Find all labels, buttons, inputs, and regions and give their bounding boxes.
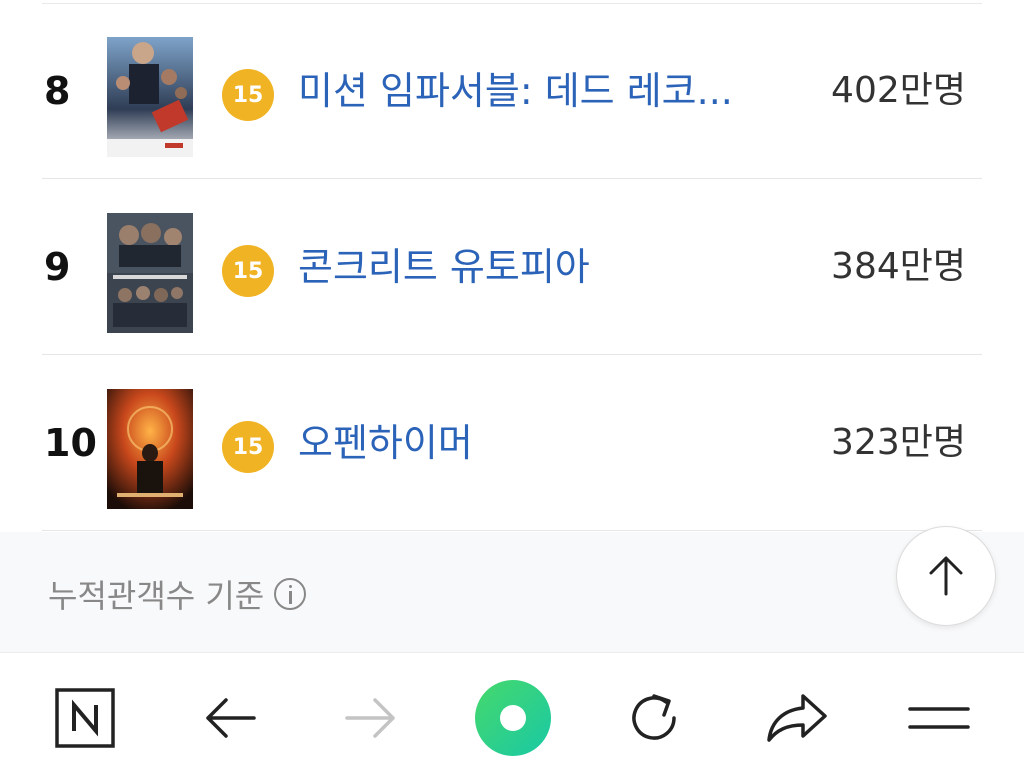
box-office-list: 8 15 미션 임파서블: 데드 레코... 402만명 9 15 콘크리트 유… <box>0 0 1024 532</box>
refresh-button[interactable] <box>599 653 709 783</box>
rank-number: 10 <box>44 421 97 465</box>
basis-note: 누적관객수 기준 <box>48 572 307 616</box>
movie-poster[interactable] <box>107 37 193 157</box>
back-button[interactable] <box>175 653 285 783</box>
share-icon <box>767 694 827 742</box>
info-icon[interactable] <box>274 578 307 610</box>
refresh-icon <box>632 694 676 740</box>
movie-poster[interactable] <box>107 389 193 509</box>
movie-poster[interactable] <box>107 213 193 333</box>
age-rating-badge: 15 <box>222 69 274 121</box>
arrow-up-icon <box>929 556 963 596</box>
naver-home-icon <box>55 688 115 748</box>
rank-number: 8 <box>44 69 71 113</box>
concrete-utopia-poster-image <box>107 213 193 333</box>
back-arrow-icon <box>206 698 256 738</box>
age-rating-badge: 15 <box>222 245 274 297</box>
audience-count: 323만명 <box>831 422 966 463</box>
naver-home-button[interactable] <box>30 653 140 783</box>
share-button[interactable] <box>742 653 852 783</box>
oppenheimer-poster-image <box>107 389 193 509</box>
scroll-to-top-button[interactable] <box>896 526 996 626</box>
green-dot-icon <box>475 680 551 756</box>
audience-count: 384만명 <box>831 246 966 287</box>
menu-icon <box>908 707 970 729</box>
rank-number: 9 <box>44 245 71 289</box>
mission-impossible-poster-image <box>107 37 193 157</box>
movie-title-link[interactable]: 콘크리트 유토피아 <box>298 179 590 355</box>
basis-label: 누적관객수 기준 <box>48 577 265 615</box>
age-rating-badge: 15 <box>222 421 274 473</box>
forward-arrow-icon <box>345 698 395 738</box>
bottom-navigation-bar <box>0 652 1024 782</box>
row-divider <box>42 530 982 531</box>
audience-count: 402만명 <box>831 70 966 111</box>
forward-button[interactable] <box>316 653 426 783</box>
green-dot-button[interactable] <box>458 653 568 783</box>
list-item[interactable]: 10 15 오펜하이머 323만명 <box>0 355 1024 531</box>
list-item[interactable]: 8 15 미션 임파서블: 데드 레코... 402만명 <box>0 3 1024 179</box>
menu-button[interactable] <box>884 653 994 783</box>
movie-title-link[interactable]: 오펜하이머 <box>298 355 473 531</box>
list-item[interactable]: 9 15 콘크리트 유토피아 384만명 <box>0 179 1024 355</box>
movie-title-link[interactable]: 미션 임파서블: 데드 레코... <box>298 3 733 179</box>
